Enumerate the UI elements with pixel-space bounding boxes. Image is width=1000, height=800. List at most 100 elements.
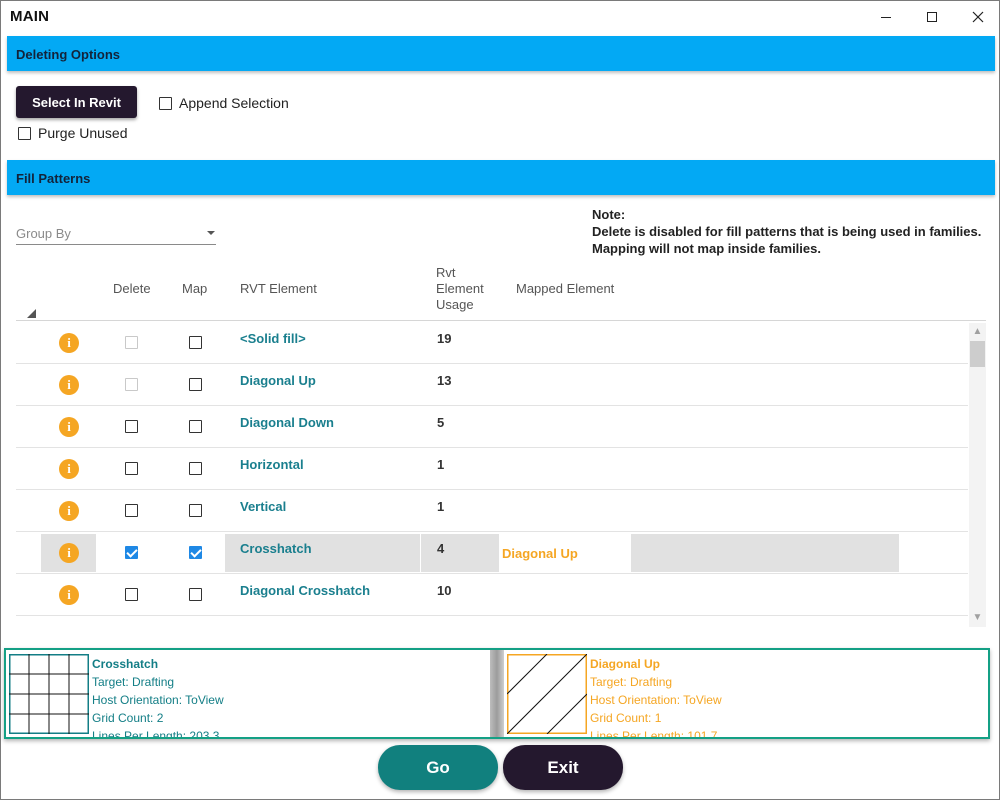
column-header-map[interactable]: Map	[182, 281, 207, 297]
rvt-element-name[interactable]: Diagonal Down	[240, 415, 334, 430]
info-icon[interactable]: i	[59, 543, 79, 563]
rvt-element-usage: 5	[437, 415, 445, 430]
group-by-placeholder: Group By	[16, 226, 71, 241]
map-checkbox[interactable]	[189, 420, 202, 433]
table-row[interactable]: i Vertical 1	[16, 490, 968, 532]
go-label: Go	[426, 757, 450, 777]
title-bar: MAIN	[1, 1, 999, 33]
mapped-pattern-grid-count: Grid Count: 1	[590, 711, 662, 725]
delete-checkbox[interactable]	[125, 588, 138, 601]
grid-header: Delete Map RVT Element Rvt Element Usage…	[16, 263, 986, 321]
rvt-element-name[interactable]: Crosshatch	[240, 541, 312, 556]
purge-unused-label: Purge Unused	[38, 125, 128, 141]
selected-cell-highlight	[631, 534, 899, 572]
table-row[interactable]: i Diagonal Up 13	[16, 364, 968, 406]
mapped-pattern-orientation: Host Orientation: ToView	[590, 693, 722, 707]
table-row[interactable]: i Diagonal Down 5	[16, 406, 968, 448]
exit-label: Exit	[547, 757, 579, 777]
minimize-icon	[881, 16, 891, 18]
delete-checkbox[interactable]	[125, 504, 138, 517]
note-text: Note: Delete is disabled for fill patter…	[592, 206, 981, 257]
note-line-1: Delete is disabled for fill patterns tha…	[592, 224, 982, 239]
chevron-down-icon	[207, 231, 215, 235]
map-checkbox[interactable]	[189, 462, 202, 475]
source-pattern-name: Crosshatch	[92, 657, 159, 671]
note-line-2: Mapping will not map inside families.	[592, 241, 821, 256]
append-selection-checkbox[interactable]	[159, 96, 172, 110]
deleting-options-header: Deleting Options	[7, 36, 995, 71]
source-pattern-grid-count: Grid Count: 2	[92, 711, 164, 725]
rvt-element-usage: 4	[437, 541, 445, 556]
scroll-down-icon[interactable]: ▼	[969, 611, 986, 625]
rvt-element-name[interactable]: Vertical	[240, 499, 286, 514]
table-row[interactable]: i Crosshatch 4 Diagonal Up	[16, 532, 968, 574]
column-header-usage-line3: Usage	[436, 297, 474, 312]
rvt-element-name[interactable]: Horizontal	[240, 457, 304, 472]
pattern-preview-panel: Crosshatch Target: Drafting Host Orienta…	[4, 648, 990, 739]
mapped-element-value[interactable]: Diagonal Up	[502, 546, 578, 561]
map-checkbox[interactable]	[189, 546, 202, 559]
minimize-button[interactable]	[863, 1, 909, 33]
rvt-element-usage: 1	[437, 499, 445, 514]
purge-unused-checkbox[interactable]	[18, 126, 31, 140]
info-icon[interactable]: i	[59, 333, 79, 353]
select-in-revit-button[interactable]: Select In Revit	[16, 86, 137, 118]
info-icon[interactable]: i	[59, 459, 79, 479]
diagonal-up-pattern-swatch	[507, 654, 587, 734]
append-selection-label: Append Selection	[179, 95, 289, 111]
mapped-pattern-details: Diagonal Up Target: Drafting Host Orient…	[590, 655, 722, 737]
source-pattern-target: Target: Drafting	[92, 675, 175, 689]
delete-checkbox	[125, 378, 138, 391]
close-button[interactable]	[955, 1, 999, 33]
info-icon[interactable]: i	[59, 585, 79, 605]
scroll-up-icon[interactable]: ▲	[969, 325, 986, 339]
rvt-element-name[interactable]: Diagonal Crosshatch	[240, 583, 370, 598]
column-header-usage-line2: Element	[436, 281, 484, 296]
exit-button[interactable]: Exit	[503, 745, 623, 790]
table-row[interactable]: i <Solid fill> 19	[16, 322, 968, 364]
selected-cell-highlight	[421, 534, 499, 572]
map-checkbox[interactable]	[189, 378, 202, 391]
append-selection-option[interactable]: Append Selection	[159, 95, 289, 111]
rvt-element-name[interactable]: <Solid fill>	[240, 331, 306, 346]
close-icon	[972, 11, 984, 23]
mapped-pattern-target: Target: Drafting	[590, 675, 673, 689]
column-header-delete[interactable]: Delete	[113, 281, 151, 297]
group-by-dropdown[interactable]: Group By	[16, 223, 216, 245]
column-header-mapped-element[interactable]: Mapped Element	[516, 281, 614, 297]
delete-checkbox[interactable]	[125, 420, 138, 433]
map-checkbox[interactable]	[189, 336, 202, 349]
grid-scrollbar[interactable]: ▲ ▼	[969, 323, 986, 627]
source-pattern-orientation: Host Orientation: ToView	[92, 693, 224, 707]
rvt-element-name[interactable]: Diagonal Up	[240, 373, 316, 388]
rvt-element-usage: 13	[437, 373, 452, 388]
maximize-button[interactable]	[909, 1, 955, 33]
table-row[interactable]: i Horizontal 1	[16, 448, 968, 490]
info-icon[interactable]: i	[59, 375, 79, 395]
mapped-pattern-preview: Diagonal Up Target: Drafting Host Orient…	[504, 650, 988, 737]
fill-patterns-title: Fill Patterns	[16, 171, 91, 186]
preview-splitter[interactable]	[490, 650, 504, 737]
sort-icon[interactable]	[27, 309, 36, 318]
info-icon[interactable]: i	[59, 417, 79, 437]
map-checkbox[interactable]	[189, 588, 202, 601]
go-button[interactable]: Go	[378, 745, 498, 790]
note-title: Note:	[592, 207, 626, 222]
mapped-pattern-lines-per-length: Lines Per Length: 101.7	[590, 729, 718, 737]
delete-checkbox[interactable]	[125, 462, 138, 475]
maximize-icon	[927, 12, 937, 22]
table-row[interactable]: i Diagonal Crosshatch 10	[16, 574, 968, 616]
delete-checkbox[interactable]	[125, 546, 138, 559]
scroll-thumb[interactable]	[970, 341, 985, 367]
column-header-rvt-element[interactable]: RVT Element	[240, 281, 317, 297]
select-in-revit-label: Select In Revit	[32, 94, 121, 110]
crosshatch-pattern-swatch	[9, 654, 89, 734]
map-checkbox[interactable]	[189, 504, 202, 517]
column-header-usage[interactable]: Rvt Element Usage	[436, 265, 484, 313]
fill-patterns-header: Fill Patterns	[7, 160, 995, 195]
source-pattern-details: Crosshatch Target: Drafting Host Orienta…	[92, 655, 224, 737]
rvt-element-usage: 10	[437, 583, 452, 598]
source-pattern-lines-per-length: Lines Per Length: 203.3	[92, 729, 220, 737]
info-icon[interactable]: i	[59, 501, 79, 521]
purge-unused-option[interactable]: Purge Unused	[18, 125, 128, 141]
